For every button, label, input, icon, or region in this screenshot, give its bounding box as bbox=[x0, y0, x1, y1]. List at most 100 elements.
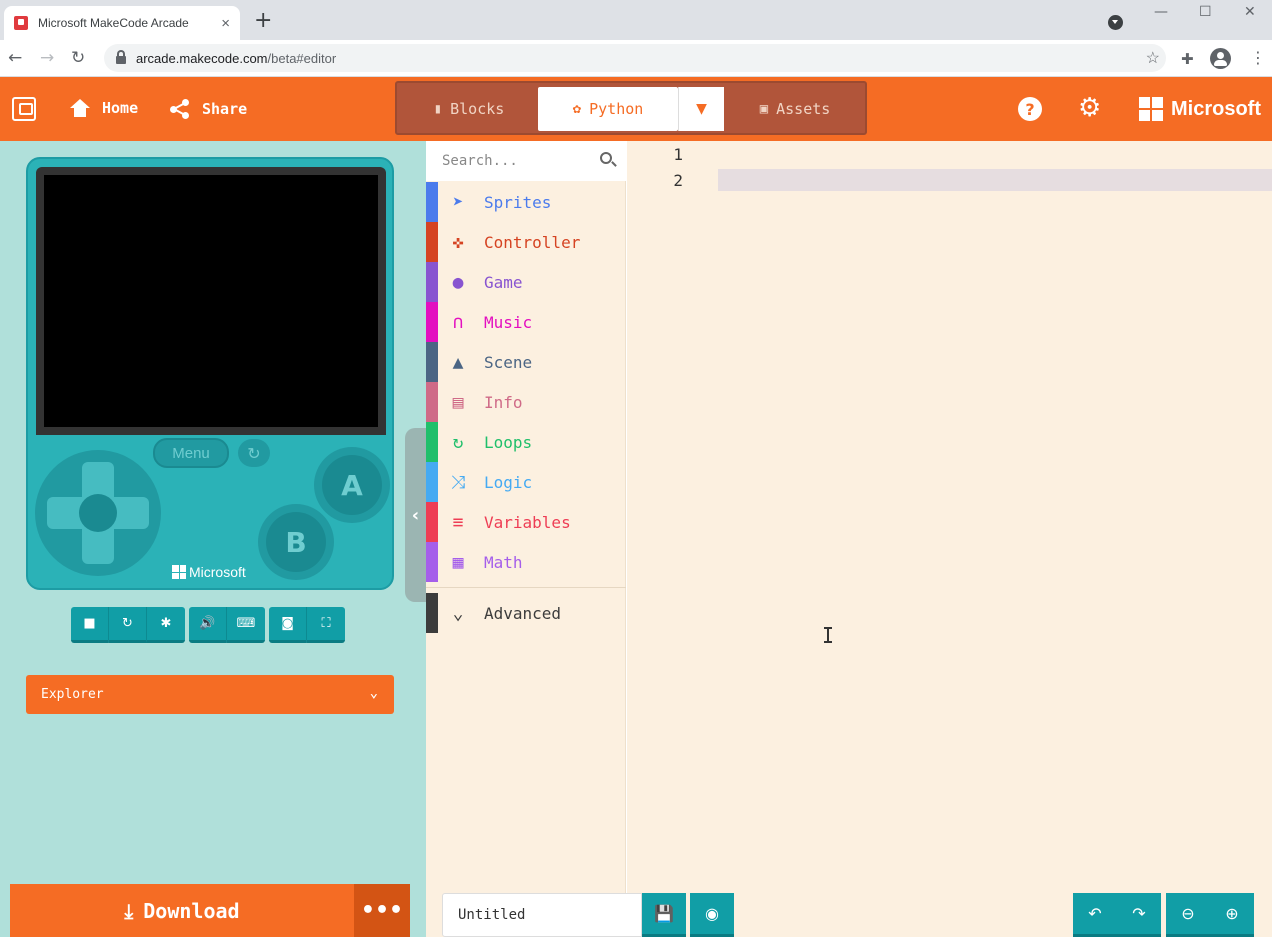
console-reset-icon[interactable]: ↻ bbox=[238, 439, 270, 467]
fullscreen-icon[interactable]: ⛶ bbox=[307, 607, 345, 643]
toolbox-search-input[interactable]: Search... bbox=[426, 141, 626, 181]
github-icon[interactable]: ◉ bbox=[690, 893, 734, 937]
shuffle-icon: ⤨ bbox=[450, 471, 466, 493]
headphones-icon: ∩ bbox=[452, 311, 464, 333]
collapse-simulator-button[interactable]: ‹ bbox=[405, 428, 426, 602]
screenshot-icon[interactable]: ◙ bbox=[269, 607, 307, 643]
toolbox-category-variables[interactable]: ≡ Variables bbox=[426, 502, 626, 542]
arcade-console: Menu ↻ A B Microsoft bbox=[26, 157, 394, 590]
redo-icon[interactable]: ↷ bbox=[1117, 893, 1161, 937]
chevron-left-icon: ‹ bbox=[411, 504, 420, 526]
project-name-input[interactable]: Untitled bbox=[442, 893, 642, 937]
toolbox-category-scene[interactable]: ▲ Scene bbox=[426, 342, 626, 382]
paper-plane-icon: ➤ bbox=[452, 191, 464, 213]
toolbox-category-info[interactable]: ▤ Info bbox=[426, 382, 626, 422]
a-button[interactable]: A bbox=[314, 447, 390, 523]
python-code-editor[interactable]: 1 2 bbox=[627, 141, 1272, 937]
microsoft-logo[interactable]: Microsoft bbox=[1139, 97, 1261, 121]
zoom-out-icon[interactable]: ⊖ bbox=[1166, 893, 1210, 937]
sim-toolbar-group-2: 🔊 ⌨ bbox=[189, 607, 265, 643]
restart-icon[interactable]: ↻ bbox=[109, 607, 147, 643]
line-number: 2 bbox=[673, 171, 683, 190]
download-more-button[interactable]: ••• bbox=[354, 884, 410, 937]
back-arrow-icon[interactable]: ← bbox=[8, 48, 22, 68]
console-brand: Microsoft bbox=[172, 564, 246, 580]
extensions-puzzle-icon[interactable]: ✚ bbox=[1181, 50, 1194, 68]
game-screen[interactable] bbox=[44, 175, 378, 427]
share-label: Share bbox=[202, 100, 248, 118]
category-stripe bbox=[426, 593, 438, 633]
help-icon[interactable]: ? bbox=[1018, 97, 1042, 121]
tree-icon: ▲ bbox=[452, 351, 464, 373]
window-maximize-button[interactable]: ☐ bbox=[1199, 4, 1212, 20]
category-label: Music bbox=[484, 312, 533, 332]
category-label: Math bbox=[484, 552, 523, 572]
bookmark-star-icon[interactable]: ☆ bbox=[1146, 48, 1160, 68]
chevron-down-icon: ⌄ bbox=[452, 602, 464, 624]
search-icon bbox=[600, 152, 612, 164]
window-minimize-button[interactable]: — bbox=[1154, 4, 1168, 20]
reload-icon[interactable]: ↻ bbox=[71, 48, 85, 68]
share-icon bbox=[170, 99, 190, 119]
toolbox-category-controller[interactable]: ✜ Controller bbox=[426, 222, 626, 262]
browser-menu-icon[interactable]: ⋮ bbox=[1250, 48, 1266, 67]
category-label: Loops bbox=[484, 432, 533, 452]
category-stripe bbox=[426, 462, 438, 502]
microsoft-grid-icon bbox=[172, 565, 186, 579]
toolbox-category-math[interactable]: ▦ Math bbox=[426, 542, 626, 582]
language-dropdown-button[interactable]: ▼ bbox=[678, 87, 724, 131]
blocks-label: Blocks bbox=[450, 100, 505, 118]
forward-arrow-icon[interactable]: → bbox=[40, 48, 54, 68]
simulator-panel: Menu ↻ A B Microsoft ■ ↻ ✱ 🔊 ⌨ ◙ ⛶ Explo… bbox=[0, 141, 426, 937]
toolbox-category-loops[interactable]: ↻ Loops bbox=[426, 422, 626, 462]
debug-icon[interactable]: ✱ bbox=[147, 607, 185, 643]
browser-toolbar: ← → ↻ arcade.makecode.com/beta#editor ☆ … bbox=[0, 40, 1272, 77]
tab-close-icon[interactable]: × bbox=[221, 15, 230, 32]
address-bar[interactable]: arcade.makecode.com/beta#editor ☆ bbox=[104, 44, 1166, 72]
zoom-in-icon[interactable]: ⊕ bbox=[1210, 893, 1254, 937]
menu-button[interactable]: Menu bbox=[153, 438, 229, 468]
category-label: Logic bbox=[484, 472, 533, 492]
undo-icon[interactable]: ↶ bbox=[1073, 893, 1117, 937]
microsoft-grid-icon bbox=[1139, 97, 1163, 121]
new-tab-button[interactable]: + bbox=[254, 8, 272, 33]
explorer-bar[interactable]: Explorer ⌄ bbox=[26, 675, 394, 714]
dpad[interactable] bbox=[35, 450, 161, 576]
python-label: Python bbox=[589, 100, 644, 118]
editor-mode-switcher: ▮ Blocks ✿ Python ▼ ▣ Assets bbox=[395, 81, 867, 135]
browser-tab[interactable]: Microsoft MakeCode Arcade × bbox=[4, 6, 240, 40]
url-host: arcade.makecode.com bbox=[136, 50, 268, 66]
profile-avatar-icon[interactable] bbox=[1210, 48, 1231, 69]
refresh-icon: ↻ bbox=[452, 431, 464, 453]
category-stripe bbox=[426, 182, 438, 222]
save-icon[interactable]: 💾 bbox=[642, 893, 686, 937]
toolbox-category-logic[interactable]: ⤨ Logic bbox=[426, 462, 626, 502]
mute-icon[interactable]: 🔊 bbox=[189, 607, 227, 643]
url-path: /beta#editor bbox=[267, 50, 337, 66]
assets-label: Assets bbox=[776, 100, 831, 118]
toolbox-category-advanced[interactable]: ⌄ Advanced bbox=[426, 593, 626, 633]
window-close-button[interactable]: ✕ bbox=[1244, 4, 1256, 20]
toolbox-category-sprites[interactable]: ➤ Sprites bbox=[426, 182, 626, 222]
screen-bezel bbox=[36, 167, 386, 435]
stop-icon[interactable]: ■ bbox=[71, 607, 109, 643]
home-button[interactable]: Home bbox=[70, 99, 138, 117]
toolbox-category-music[interactable]: ∩ Music bbox=[426, 302, 626, 342]
text-cursor-icon bbox=[824, 627, 832, 643]
download-button[interactable]: ⤓ Download bbox=[10, 884, 354, 937]
toolbox-category-game[interactable]: ● Game bbox=[426, 262, 626, 302]
share-button[interactable]: Share bbox=[170, 99, 247, 119]
keyboard-icon[interactable]: ⌨ bbox=[227, 607, 265, 643]
chevron-down-icon: ⌄ bbox=[369, 685, 378, 701]
blocks-mode-button[interactable]: ▮ Blocks bbox=[401, 87, 537, 131]
id-card-icon: ▤ bbox=[452, 391, 464, 413]
settings-gear-icon[interactable]: ⚙ bbox=[1078, 95, 1101, 121]
download-icon: ⤓ bbox=[124, 898, 134, 923]
b-button-label: B bbox=[266, 512, 326, 572]
arcade-logo-icon[interactable] bbox=[12, 97, 36, 121]
category-stripe bbox=[426, 262, 438, 302]
assets-mode-button[interactable]: ▣ Assets bbox=[725, 87, 865, 131]
b-button[interactable]: B bbox=[258, 504, 334, 580]
tab-search-icon[interactable] bbox=[1108, 15, 1123, 30]
python-mode-button[interactable]: ✿ Python bbox=[538, 87, 678, 131]
